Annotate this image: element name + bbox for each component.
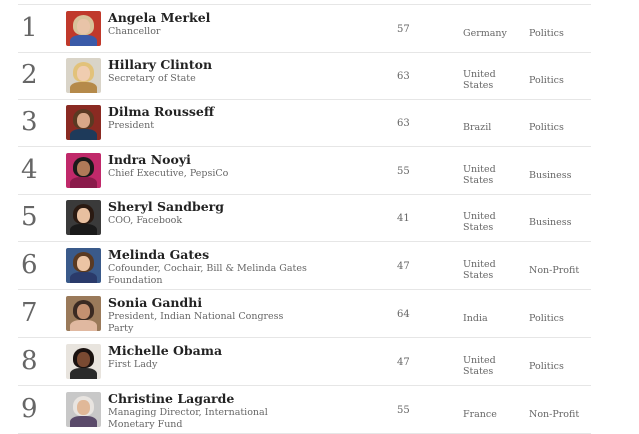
person-name-link[interactable]: Dilma Rousseff: [108, 104, 214, 119]
country-value: India: [463, 313, 488, 324]
person-title: President, Indian National Congress Part…: [108, 311, 284, 334]
list-item[interactable]: 2 Hillary Clinton Secretary of State 63 Unit…: [18, 52, 591, 100]
person-name-link[interactable]: Christine Lagarde: [108, 391, 234, 406]
avatar-face: [77, 400, 90, 415]
avatar[interactable]: [66, 200, 101, 235]
person-title: Secretary of State: [108, 73, 196, 84]
rank-number: 6: [21, 250, 38, 280]
rank-number: 4: [21, 155, 38, 185]
person-title: Managing Director, International Monetar…: [108, 407, 268, 430]
avatar[interactable]: [66, 58, 101, 93]
avatar-body: [70, 368, 97, 379]
avatar[interactable]: [66, 105, 101, 140]
country-value: United States: [463, 69, 496, 91]
category-value: Politics: [529, 313, 564, 324]
person-title: First Lady: [108, 359, 158, 370]
list-item[interactable]: 1 Angela Merkel Chancellor 57 Germany Politic…: [18, 5, 591, 53]
list-item[interactable]: 6 Melinda Gates Cofounder, Cochair, Bill &…: [18, 242, 591, 290]
person-title: Chancellor: [108, 26, 161, 37]
avatar-body: [70, 82, 97, 93]
avatar-body: [70, 272, 97, 283]
list-item[interactable]: 5 Sheryl Sandberg COO, Facebook 41 United St…: [18, 194, 591, 242]
avatar-face: [77, 66, 90, 81]
avatar-body: [70, 224, 97, 235]
avatar-body: [70, 177, 97, 188]
rank-number: 5: [21, 202, 38, 232]
country-value: Germany: [463, 28, 507, 39]
country-value: United States: [463, 259, 496, 281]
avatar-body: [70, 320, 97, 331]
rank-number: 8: [21, 346, 38, 376]
rank-number: 7: [21, 298, 38, 328]
age-value: 63: [397, 71, 410, 82]
person-name-link[interactable]: Sonia Gandhi: [108, 295, 202, 310]
rank-number: 3: [21, 107, 38, 137]
rank-number: 9: [21, 394, 38, 424]
rank-number: 2: [21, 60, 38, 90]
age-value: 63: [397, 118, 410, 129]
age-value: 41: [397, 213, 410, 224]
person-name-link[interactable]: Indra Nooyi: [108, 152, 191, 167]
avatar-body: [70, 129, 97, 140]
person-title: Cofounder, Cochair, Bill & Melinda Gates…: [108, 263, 307, 286]
person-title: Chief Executive, PepsiCo: [108, 168, 229, 179]
person-name-link[interactable]: Hillary Clinton: [108, 57, 212, 72]
ranking-list: 1 Angela Merkel Chancellor 57 Germany Politic…: [0, 0, 639, 434]
country-value: United States: [463, 355, 496, 377]
avatar-face: [77, 208, 90, 223]
avatar-face: [77, 256, 90, 271]
person-name-link[interactable]: Angela Merkel: [108, 10, 210, 25]
category-value: Politics: [529, 122, 564, 133]
age-value: 47: [397, 261, 410, 272]
country-value: France: [463, 409, 497, 420]
avatar-body: [70, 416, 97, 427]
avatar[interactable]: [66, 344, 101, 379]
list-item[interactable]: 8 Michelle Obama First Lady 47 United States…: [18, 338, 591, 386]
category-value: Politics: [529, 75, 564, 86]
category-value: Non-Profit: [529, 409, 580, 420]
person-name-link[interactable]: Michelle Obama: [108, 343, 222, 358]
category-value: Business: [529, 170, 572, 181]
age-value: 57: [397, 24, 410, 35]
age-value: 47: [397, 357, 410, 368]
avatar[interactable]: [66, 296, 101, 331]
age-value: 64: [397, 309, 410, 320]
person-name-link[interactable]: Sheryl Sandberg: [108, 199, 224, 214]
avatar[interactable]: [66, 11, 101, 46]
list-item[interactable]: 9 Christine Lagarde Managing Director, Int…: [18, 386, 591, 434]
avatar[interactable]: [66, 392, 101, 427]
age-value: 55: [397, 405, 410, 416]
avatar-face: [77, 113, 90, 128]
country-value: United States: [463, 211, 496, 233]
age-value: 55: [397, 166, 410, 177]
list-item[interactable]: 4 Indra Nooyi Chief Executive, PepsiCo 55 Un…: [18, 147, 591, 195]
avatar[interactable]: [66, 153, 101, 188]
list-item[interactable]: 3 Dilma Rousseff President 63 Brazil Politics: [18, 99, 591, 147]
avatar-face: [77, 19, 90, 34]
category-value: Politics: [529, 361, 564, 372]
avatar-face: [77, 304, 90, 319]
avatar[interactable]: [66, 248, 101, 283]
avatar-face: [77, 352, 90, 367]
country-value: United States: [463, 164, 496, 186]
category-value: Business: [529, 217, 572, 228]
category-value: Non-Profit: [529, 265, 580, 276]
list-item[interactable]: 7 Sonia Gandhi President, Indian National …: [18, 290, 591, 338]
person-title: COO, Facebook: [108, 215, 183, 226]
category-value: Politics: [529, 28, 564, 39]
country-value: Brazil: [463, 122, 492, 133]
avatar-face: [77, 161, 90, 176]
rank-number: 1: [21, 13, 38, 43]
person-title: President: [108, 120, 155, 131]
person-name-link[interactable]: Melinda Gates: [108, 247, 209, 262]
avatar-body: [70, 35, 97, 46]
